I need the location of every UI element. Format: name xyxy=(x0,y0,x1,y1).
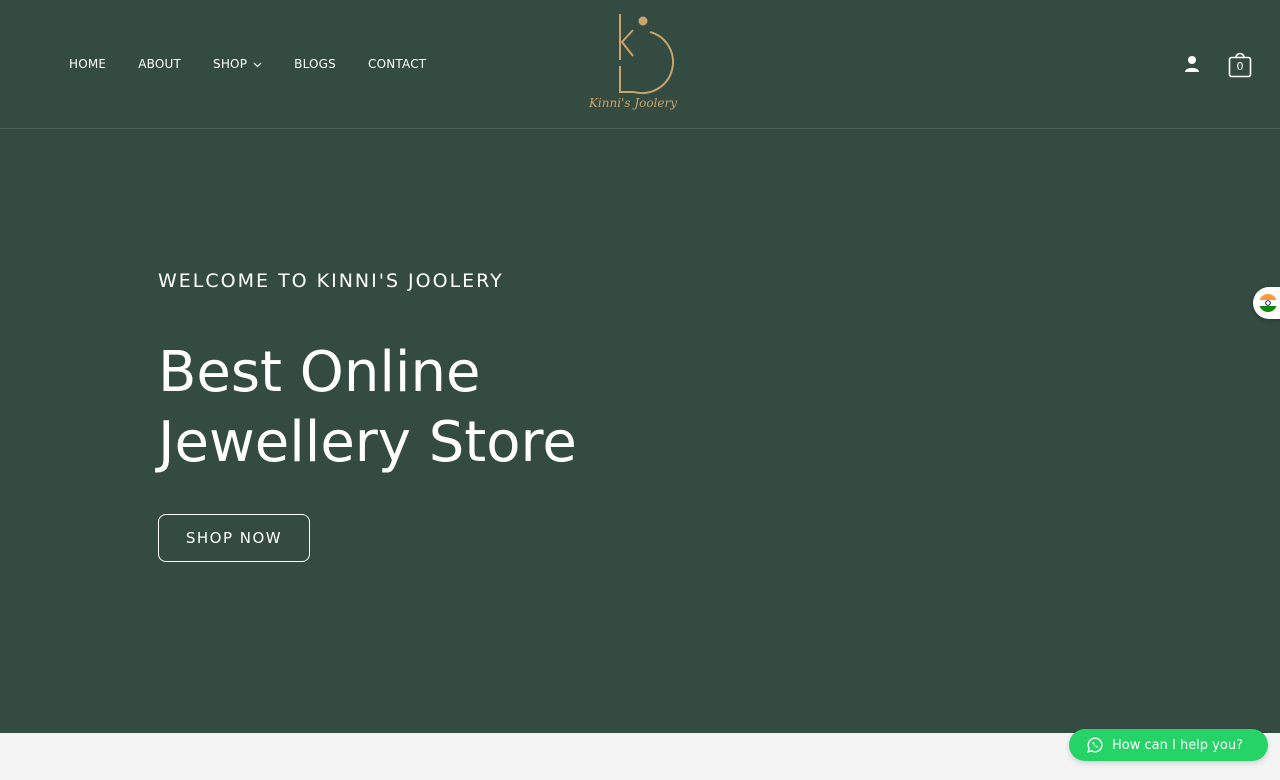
hero-title-line-1: Best Online xyxy=(158,340,481,405)
nav-shop-label: SHOP xyxy=(213,57,248,71)
nav-blogs-label: BLOGS xyxy=(294,57,336,71)
hero-title-line-2: Jewellery Store xyxy=(158,410,577,475)
brand-name: Kinni's Joolery xyxy=(588,96,678,110)
whatsapp-chat-button[interactable]: How can I help you? xyxy=(1069,729,1268,761)
user-icon[interactable] xyxy=(1184,55,1200,73)
nav-about-label: ABOUT xyxy=(138,57,182,71)
whatsapp-chat-label: How can I help you? xyxy=(1112,737,1243,753)
hero-eyebrow: WELCOME TO KINNI'S JOOLERY xyxy=(158,270,504,292)
chevron-down-icon xyxy=(253,56,262,72)
nav-blogs[interactable]: BLOGS xyxy=(294,56,336,72)
language-switcher[interactable] xyxy=(1253,287,1280,319)
cart-count-badge: 0 xyxy=(1236,60,1244,73)
site-header: HOME ABOUT SHOP BLOGS CONTACT Kinni's Jo… xyxy=(0,0,1280,129)
shop-now-button[interactable]: SHOP NOW xyxy=(158,514,310,562)
whatsapp-icon xyxy=(1087,737,1103,753)
nav-contact-label: CONTACT xyxy=(368,57,427,71)
nav-contact[interactable]: CONTACT xyxy=(368,56,426,72)
nav-home[interactable]: HOME xyxy=(69,56,106,72)
nav-home-label: HOME xyxy=(69,57,107,71)
main-nav: HOME ABOUT SHOP BLOGS CONTACT xyxy=(69,56,458,72)
nav-about[interactable]: ABOUT xyxy=(138,56,181,72)
hero-title: Best Online Jewellery Store xyxy=(158,338,678,478)
nav-shop[interactable]: SHOP xyxy=(213,56,262,72)
india-flag-icon xyxy=(1259,294,1277,312)
